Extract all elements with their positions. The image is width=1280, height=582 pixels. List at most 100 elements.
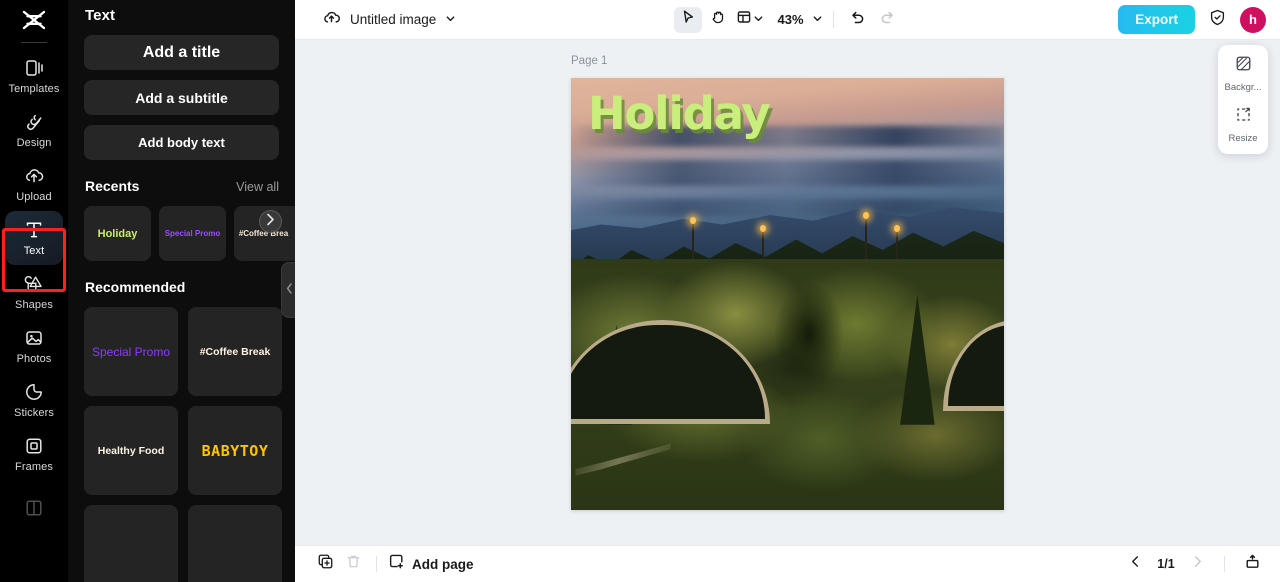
page-navigation: 1/1 — [1121, 551, 1266, 577]
canvas-area[interactable]: Page 1 Holiday Backgr... Resize — [295, 40, 1280, 545]
top-toolbar: Untitled image 43% Export h — [295, 0, 1280, 40]
recommended-heading: Recommended — [85, 279, 186, 295]
document-name[interactable]: Untitled image — [350, 12, 436, 27]
capcut-editor-window: Templates Design Upload Text Shapes Phot… — [0, 0, 1280, 582]
resize-icon — [1234, 105, 1253, 129]
photos-icon — [23, 327, 45, 349]
add-a-subtitle-button[interactable]: Add a subtitle — [84, 80, 279, 115]
next-page-button[interactable] — [1183, 551, 1211, 577]
stickers-icon — [23, 381, 45, 403]
shapes-icon — [23, 273, 45, 295]
text-preset-buttons: Add a title Add a subtitle Add body text — [68, 24, 295, 160]
cloud-save-icon[interactable] — [322, 8, 341, 32]
previous-page-button[interactable] — [1121, 551, 1149, 577]
recommended-text-item[interactable]: Healthy Food — [84, 406, 178, 495]
sidebar-item-text[interactable]: Text — [5, 211, 63, 265]
chevron-left-icon — [286, 281, 293, 299]
recommended-item-label: #Coffee Break — [199, 345, 271, 358]
background-button[interactable]: Backgr... — [1218, 54, 1268, 93]
chevron-down-icon[interactable] — [445, 11, 456, 29]
zoom-chevron-down-icon[interactable] — [812, 11, 823, 29]
toolbar-right-actions: Export h — [1118, 5, 1266, 34]
text-panel: Text Add a title Add a subtitle Add body… — [68, 0, 295, 582]
panel-title: Text — [85, 7, 116, 24]
bottom-divider — [376, 556, 377, 572]
bottom-toolbar: Add page 1/1 — [295, 545, 1280, 582]
recents-header: Recents View all — [68, 160, 295, 194]
recent-text-item[interactable]: Special Promo — [159, 206, 226, 261]
sidebar-item-design[interactable]: Design — [5, 103, 63, 157]
recommended-text-item[interactable] — [84, 505, 178, 582]
recommended-text-item[interactable]: BABYTOY — [188, 406, 282, 495]
recent-item-label: Special Promo — [164, 229, 221, 238]
duplicate-page-icon — [317, 553, 334, 575]
add-page-button[interactable]: Add page — [386, 553, 474, 575]
sidebar-item-label: Photos — [16, 353, 52, 365]
sidebar-item-label: Upload — [16, 191, 52, 203]
export-button[interactable]: Export — [1118, 5, 1195, 34]
bottom-divider — [1224, 556, 1225, 572]
add-body-text-button[interactable]: Add body text — [84, 125, 279, 160]
present-upload-icon — [1244, 553, 1261, 575]
conifer-tree — [900, 294, 935, 425]
recommended-text-item[interactable]: #Coffee Break — [188, 307, 282, 396]
undo-button[interactable] — [844, 7, 872, 33]
user-avatar[interactable]: h — [1240, 6, 1266, 33]
design-icon — [23, 111, 45, 133]
cloud-band — [571, 160, 1004, 186]
templates-icon — [23, 57, 45, 79]
recents-next-button[interactable] — [259, 210, 282, 233]
recommended-grid: Special Promo #Coffee Break Healthy Food… — [68, 295, 295, 582]
capcut-logo[interactable] — [0, 0, 68, 34]
resize-label: Resize — [1228, 133, 1258, 144]
recents-row: Holiday Special Promo #Coffee Brea — [68, 194, 295, 261]
recents-view-all-link[interactable]: View all — [236, 180, 279, 194]
sidebar-item-label: Text — [23, 245, 45, 257]
chevron-right-icon — [266, 213, 275, 231]
text-icon — [23, 219, 45, 241]
page-actions: Add page — [295, 551, 474, 577]
duplicate-page-button[interactable] — [311, 551, 339, 577]
recommended-header: Recommended — [68, 261, 295, 295]
background-icon — [1234, 54, 1253, 78]
rail-divider — [21, 42, 47, 43]
hand-tool-button[interactable] — [703, 7, 731, 33]
sidebar-item-label: Frames — [15, 461, 53, 473]
redo-button[interactable] — [874, 7, 902, 33]
sidebar-item-label: Shapes — [15, 299, 53, 311]
zoom-level-value[interactable]: 43% — [767, 12, 809, 27]
trash-icon — [345, 553, 362, 575]
forest-shadow — [770, 274, 849, 395]
document-info: Untitled image — [295, 8, 456, 32]
recommended-text-item[interactable] — [188, 505, 282, 582]
canvas-side-panel: Backgr... Resize — [1218, 45, 1268, 154]
page-label: Page 1 — [571, 55, 608, 67]
sidebar-item-templates[interactable]: Templates — [5, 49, 63, 103]
resize-button[interactable]: Resize — [1218, 105, 1268, 144]
sidebar-item-frames[interactable]: Frames — [5, 427, 63, 481]
present-button[interactable] — [1238, 551, 1266, 577]
shield-check-icon[interactable] — [1208, 8, 1227, 32]
recent-text-item[interactable]: Holiday — [84, 206, 151, 261]
recommended-item-label: Healthy Food — [97, 444, 165, 457]
layout-tool-button[interactable] — [733, 9, 765, 30]
select-tool-button[interactable] — [673, 6, 702, 33]
main-area: Untitled image 43% Export h Page 1 Holid… — [295, 0, 1280, 582]
sidebar-item-upload[interactable]: Upload — [5, 157, 63, 211]
add-page-label: Add page — [412, 556, 474, 572]
toolbar-tools: 43% — [673, 6, 902, 33]
artwork-headline[interactable]: Holiday — [588, 91, 771, 136]
artboard[interactable]: Holiday — [571, 78, 1004, 510]
delete-page-button[interactable] — [339, 551, 367, 577]
panel-collapse-handle[interactable] — [281, 262, 295, 318]
add-a-title-button[interactable]: Add a title — [84, 35, 279, 70]
recommended-item-label: BABYTOY — [201, 441, 269, 460]
grid-icon — [23, 497, 45, 519]
sidebar-item-shapes[interactable]: Shapes — [5, 265, 63, 319]
sidebar-item-partial[interactable] — [5, 481, 63, 535]
chevron-down-icon — [752, 11, 763, 29]
sidebar-item-label: Design — [16, 137, 52, 149]
recommended-text-item[interactable]: Special Promo — [84, 307, 178, 396]
sidebar-item-photos[interactable]: Photos — [5, 319, 63, 373]
sidebar-item-stickers[interactable]: Stickers — [5, 373, 63, 427]
